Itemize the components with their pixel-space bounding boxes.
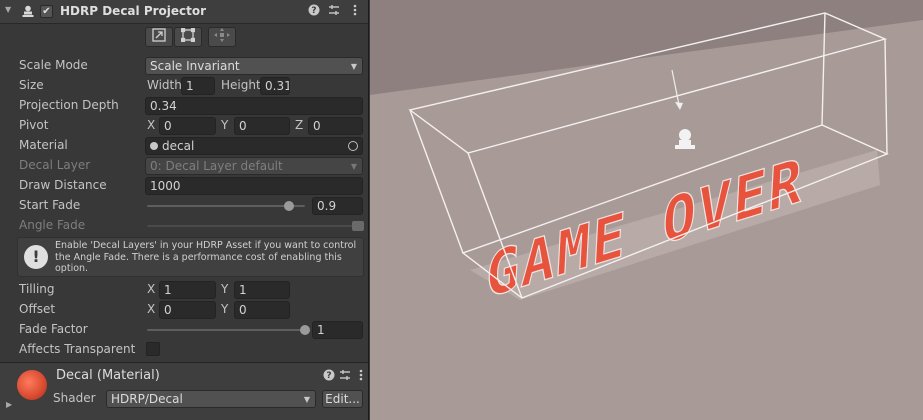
help-box: ! Enable 'Decal Layers' in your HDRP Ass… bbox=[17, 237, 364, 277]
scale-mode-button[interactable] bbox=[145, 27, 173, 47]
scene-canvas[interactable]: GAME OVER bbox=[370, 0, 923, 420]
presets-icon[interactable] bbox=[327, 4, 341, 19]
angle-fade-label: Angle Fade bbox=[19, 218, 86, 232]
start-fade-field[interactable]: 0.9 bbox=[312, 197, 363, 215]
svg-text:?: ? bbox=[326, 371, 331, 381]
help-icon[interactable]: ? bbox=[307, 4, 321, 19]
size-row: Size Width 1 Height 0.31 bbox=[0, 77, 368, 95]
component-title: HDRP Decal Projector bbox=[60, 4, 207, 18]
scale-mode-row: Scale Mode Scale Invariant ▼ bbox=[0, 57, 368, 75]
start-fade-label: Start Fade bbox=[19, 198, 81, 212]
offset-y-label: Y bbox=[221, 302, 229, 316]
help-icon[interactable]: ? bbox=[322, 369, 336, 384]
width-label: Width bbox=[147, 78, 182, 92]
material-preview-thumbnail[interactable] bbox=[17, 370, 47, 400]
pivot-mode-icon bbox=[214, 28, 230, 42]
offset-row: Offset X 0 Y 0 bbox=[0, 301, 368, 319]
more-icon[interactable] bbox=[354, 369, 368, 384]
draw-distance-field[interactable]: 1000 bbox=[145, 177, 363, 195]
scale-mode-label: Scale Mode bbox=[19, 58, 88, 72]
angle-fade-row: Angle Fade bbox=[0, 217, 368, 235]
more-icon[interactable] bbox=[348, 4, 362, 19]
chevron-down-icon: ▼ bbox=[350, 162, 357, 171]
offset-label: Offset bbox=[19, 302, 56, 316]
draw-distance-row: Draw Distance 1000 bbox=[0, 177, 368, 195]
width-field[interactable]: 1 bbox=[181, 77, 215, 95]
foldout-arrow-icon[interactable]: ▼ bbox=[5, 5, 11, 14]
pivot-label: Pivot bbox=[19, 118, 49, 132]
inspector-panel: ▼ ✔ HDRP Decal Projector ? Scale Mode Sc… bbox=[0, 0, 369, 420]
shader-dropdown[interactable]: HDRP/Decal ▼ bbox=[106, 390, 316, 408]
pivot-row: Pivot X 0 Y 0 Z 0 bbox=[0, 117, 368, 135]
start-fade-row: Start Fade 0.9 bbox=[0, 197, 368, 215]
angle-fade-slider-handle bbox=[352, 221, 364, 231]
start-fade-slider-thumb[interactable] bbox=[284, 201, 295, 211]
material-section: Decal (Material) ▶ ? Shader HDRP/Decal ▼… bbox=[0, 362, 368, 420]
shader-label: Shader bbox=[53, 391, 96, 405]
pivot-z-label: Z bbox=[295, 118, 304, 132]
projection-depth-label: Projection Depth bbox=[19, 98, 119, 112]
shader-value: HDRP/Decal bbox=[111, 392, 183, 406]
scale-mode-icon bbox=[152, 28, 166, 42]
start-fade-slider-track[interactable] bbox=[147, 205, 305, 207]
scale-mode-value: Scale Invariant bbox=[150, 59, 240, 73]
fade-factor-label: Fade Factor bbox=[19, 322, 88, 336]
fade-factor-slider-thumb[interactable] bbox=[300, 325, 310, 335]
crop-mode-button[interactable] bbox=[174, 27, 202, 47]
affects-transparent-row: Affects Transparent bbox=[0, 341, 368, 359]
projection-depth-field[interactable]: 0.34 bbox=[145, 97, 363, 115]
offset-y-field[interactable]: 0 bbox=[234, 301, 290, 319]
decal-layer-row: Decal Layer 0: Decal Layer default ▼ bbox=[0, 157, 368, 175]
size-label: Size bbox=[19, 78, 44, 92]
material-object-field[interactable]: decal bbox=[145, 137, 363, 155]
crop-mode-icon bbox=[180, 27, 196, 43]
angle-fade-slider-track bbox=[147, 225, 359, 227]
pivot-y-field[interactable]: 0 bbox=[234, 117, 290, 135]
tilling-label: Tilling bbox=[19, 282, 55, 296]
pivot-x-field[interactable]: 0 bbox=[159, 117, 216, 135]
pivot-mode-button[interactable] bbox=[208, 27, 236, 47]
height-field[interactable]: 0.31 bbox=[260, 77, 290, 95]
component-enabled-checkbox[interactable]: ✔ bbox=[40, 5, 53, 18]
height-label: Height bbox=[221, 78, 261, 92]
offset-x-field[interactable]: 0 bbox=[159, 301, 216, 319]
pivot-z-field[interactable]: 0 bbox=[308, 117, 363, 135]
decal-layer-value: 0: Decal Layer default bbox=[150, 159, 283, 173]
material-icon bbox=[150, 142, 158, 150]
draw-distance-label: Draw Distance bbox=[19, 178, 107, 192]
fade-factor-row: Fade Factor 1 bbox=[0, 321, 368, 339]
decal-layer-dropdown: 0: Decal Layer default ▼ bbox=[145, 157, 363, 175]
help-text: Enable 'Decal Layers' in your HDRP Asset… bbox=[55, 240, 357, 274]
chevron-down-icon: ▼ bbox=[350, 62, 357, 71]
projection-depth-row: Projection Depth 0.34 bbox=[0, 97, 368, 115]
affects-transparent-label: Affects Transparent bbox=[19, 342, 136, 356]
scene-view[interactable]: GAME OVER bbox=[370, 0, 923, 420]
chevron-down-icon: ▼ bbox=[303, 395, 310, 404]
scale-mode-dropdown[interactable]: Scale Invariant ▼ bbox=[145, 57, 363, 75]
foldout-arrow-icon[interactable]: ▶ bbox=[6, 400, 12, 409]
affects-transparent-checkbox[interactable] bbox=[146, 342, 160, 356]
material-section-title: Decal (Material) bbox=[56, 368, 160, 383]
tilling-x-field[interactable]: 1 bbox=[159, 281, 216, 299]
decal-layer-label: Decal Layer bbox=[19, 158, 91, 172]
tilling-y-label: Y bbox=[221, 282, 229, 296]
decal-projector-icon bbox=[22, 5, 34, 21]
presets-icon[interactable] bbox=[338, 369, 352, 384]
pivot-y-label: Y bbox=[221, 118, 229, 132]
material-row: Material decal bbox=[0, 137, 368, 155]
warning-icon: ! bbox=[24, 245, 48, 269]
tilling-x-label: X bbox=[147, 282, 156, 296]
material-label: Material bbox=[19, 138, 68, 152]
object-picker-icon[interactable] bbox=[348, 141, 358, 151]
shader-edit-button[interactable]: Edit... bbox=[322, 390, 363, 408]
pivot-x-label: X bbox=[147, 118, 156, 132]
svg-text:?: ? bbox=[311, 6, 316, 16]
tilling-y-field[interactable]: 1 bbox=[234, 281, 290, 299]
material-value: decal bbox=[162, 139, 195, 153]
tilling-row: Tilling X 1 Y 1 bbox=[0, 281, 368, 299]
fade-factor-field[interactable]: 1 bbox=[312, 321, 363, 339]
offset-x-label: X bbox=[147, 302, 156, 316]
component-header[interactable]: ▼ ✔ HDRP Decal Projector ? bbox=[0, 0, 368, 24]
fade-factor-slider-track[interactable] bbox=[147, 329, 305, 331]
